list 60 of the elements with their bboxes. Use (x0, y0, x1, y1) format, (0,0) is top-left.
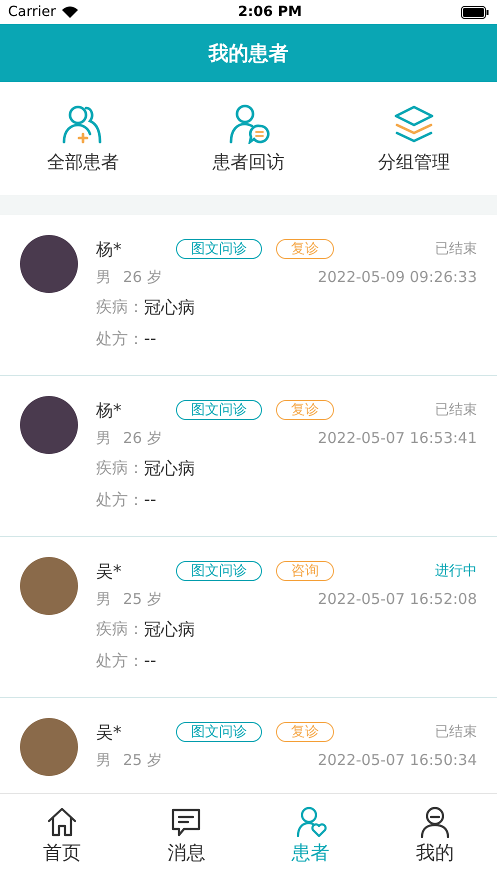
message-icon (170, 806, 202, 838)
patient-name: 吴* (96, 722, 122, 744)
consult-tag: 复诊 (276, 722, 334, 742)
age-label: 25 岁 (123, 590, 162, 608)
consult-tag: 图文问诊 (176, 561, 262, 581)
disease-value: 冠心病 (144, 458, 195, 480)
age-label: 25 岁 (123, 750, 162, 770)
wifi-icon (60, 5, 79, 19)
consult-tag: 图文问诊 (176, 400, 262, 420)
gender-label: 男 (96, 428, 111, 448)
status-label: 进行中 (435, 562, 477, 580)
tab-bar-item[interactable]: 我的 (372, 806, 497, 866)
timestamp: 2022-05-07 16:50:34 (318, 751, 477, 769)
field-label: 处方： (96, 328, 144, 350)
consult-tag: 图文问诊 (176, 722, 262, 742)
consult-tag: 复诊 (276, 400, 334, 420)
consult-tag: 咨询 (276, 561, 334, 581)
age-label: 26 岁 (123, 428, 162, 448)
status-label: 已结束 (435, 240, 477, 258)
clock-time: 2:06 PM (238, 4, 302, 20)
battery-icon (461, 6, 489, 18)
consult-tag: 复诊 (276, 239, 334, 259)
page-title: 我的患者 (208, 40, 288, 66)
field-label: 疾病： (96, 618, 144, 640)
field-label: 处方： (96, 650, 144, 672)
patient-name: 吴* (96, 560, 122, 582)
shortcut-button[interactable]: 患者回访 (166, 104, 332, 174)
home-icon (46, 806, 78, 838)
gender-label: 男 (96, 750, 111, 770)
status-label: 已结束 (435, 401, 477, 419)
carrier-label: Carrier (8, 4, 56, 20)
gender-label: 男 (96, 590, 111, 608)
disease-value: 冠心病 (144, 296, 195, 318)
timestamp: 2022-05-07 16:53:41 (318, 429, 477, 447)
field-label: 疾病： (96, 296, 144, 318)
person-heart-icon (294, 806, 327, 838)
field-label: 疾病： (96, 458, 144, 478)
patient-name: 杨* (96, 238, 122, 260)
disease-value: 冠心病 (144, 618, 195, 640)
gender-label: 男 (96, 268, 111, 286)
prescription-value: -- (144, 490, 156, 510)
prescription-value: -- (144, 329, 156, 349)
timestamp: 2022-05-09 09:26:33 (318, 268, 477, 286)
patient-card[interactable]: 杨* 图文问诊 复诊 已结束 男 26 岁 2022-05-09 09:26:33 疾病：冠心病 处方：-- (0, 215, 497, 376)
shortcut-button[interactable]: 分组管理 (331, 104, 497, 174)
shortcut-button[interactable]: 全部患者 (0, 104, 166, 174)
field-label: 处方： (96, 490, 144, 510)
patient-name: 杨* (96, 400, 122, 422)
layers-icon (392, 104, 436, 144)
patient-card[interactable]: 杨* 图文问诊 复诊 已结束 男 26 岁 2022-05-07 16:53:41 疾病：冠心病 处方：-- (0, 376, 497, 537)
consult-tag: 图文问诊 (176, 239, 262, 259)
tab-bar-item[interactable]: 消息 (124, 806, 248, 866)
patient-card[interactable]: 吴* 图文问诊 咨询 进行中 男 25 岁 2022-05-07 16:52:08 疾病：冠心病 处方：-- (0, 537, 497, 698)
tab-bar-item[interactable]: 首页 (0, 806, 124, 866)
person-chat-icon (226, 104, 270, 144)
timestamp: 2022-05-07 16:52:08 (318, 590, 477, 608)
status-label: 已结束 (435, 723, 477, 741)
person-icon (418, 806, 451, 838)
prescription-value: -- (144, 651, 156, 671)
age-label: 26 岁 (123, 268, 162, 286)
